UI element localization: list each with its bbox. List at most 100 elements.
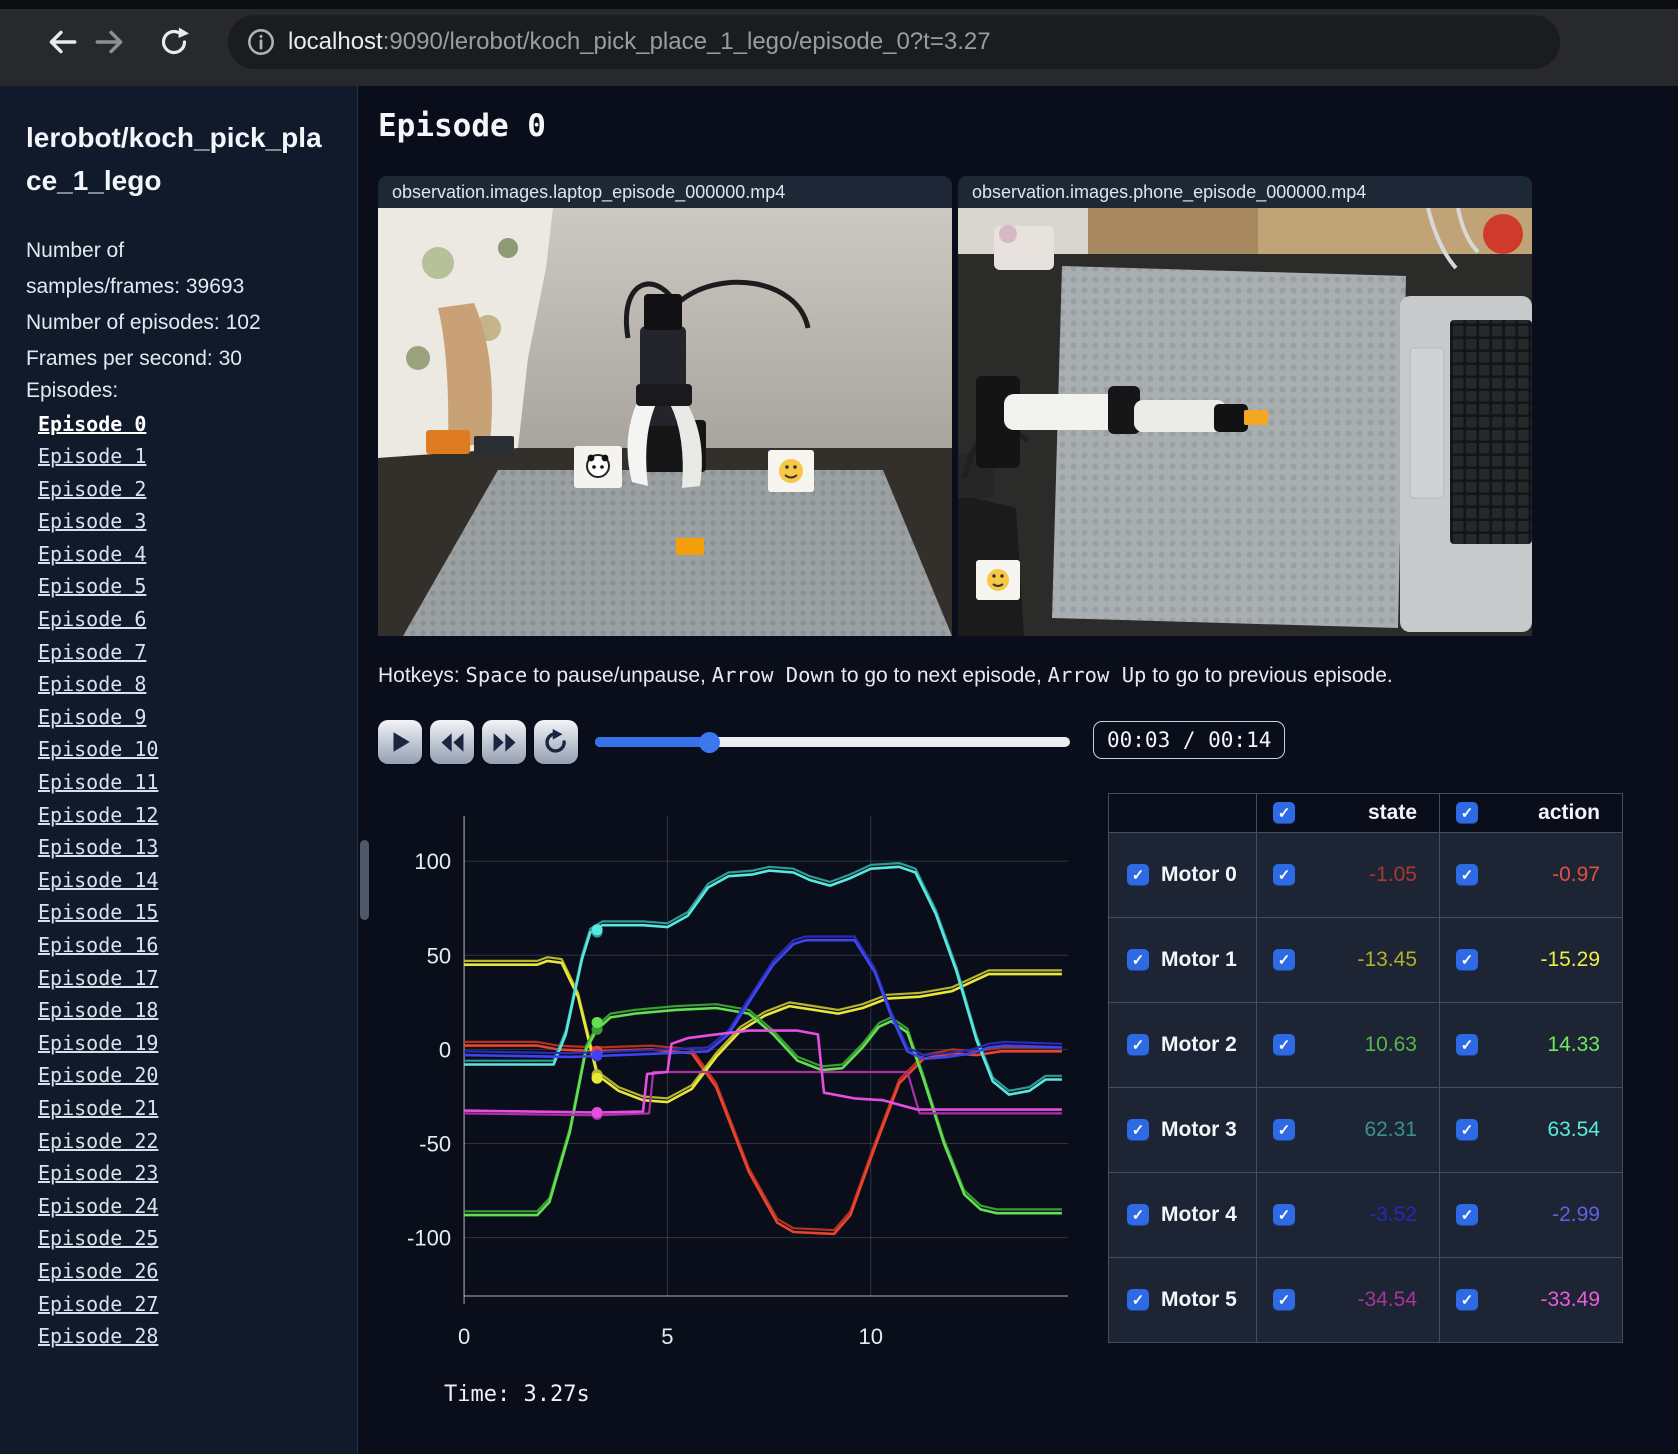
episode-link[interactable]: Episode 9 bbox=[38, 705, 146, 729]
back-icon[interactable] bbox=[40, 20, 84, 64]
state-checkbox[interactable]: ✓ bbox=[1273, 1034, 1295, 1056]
hotkey-arrow-down: Arrow Down bbox=[711, 663, 836, 687]
episode-link[interactable]: Episode 13 bbox=[38, 835, 158, 859]
motor-row: ✓ Motor 3 ✓ 62.31 ✓ 63.54 bbox=[1109, 1088, 1622, 1173]
action-checkbox[interactable]: ✓ bbox=[1456, 1289, 1478, 1311]
state-checkbox[interactable]: ✓ bbox=[1273, 1204, 1295, 1226]
episode-list-item: Episode 26 bbox=[38, 1255, 357, 1288]
motor-checkbox[interactable]: ✓ bbox=[1127, 1204, 1149, 1226]
episode-link[interactable]: Episode 25 bbox=[38, 1226, 158, 1250]
episode-link[interactable]: Episode 22 bbox=[38, 1129, 158, 1153]
episode-link[interactable]: Episode 8 bbox=[38, 672, 146, 696]
motor-cell: ✓ Motor 0 bbox=[1109, 833, 1256, 917]
orange-lego-block bbox=[676, 538, 704, 555]
laptop-trackpad bbox=[1409, 347, 1445, 499]
url-bar[interactable]: localhost:9090/lerobot/koch_pick_place_1… bbox=[228, 15, 1560, 69]
video-frame-laptop[interactable] bbox=[378, 208, 952, 636]
reload-icon[interactable] bbox=[152, 20, 196, 64]
episodes-header: Episodes: bbox=[26, 379, 119, 403]
svg-text:0: 0 bbox=[439, 1037, 451, 1062]
rewind-button[interactable] bbox=[430, 720, 474, 764]
episode-link[interactable]: Episode 6 bbox=[38, 607, 146, 631]
state-checkbox[interactable]: ✓ bbox=[1273, 864, 1295, 886]
play-button[interactable] bbox=[378, 720, 422, 764]
motor-checkbox[interactable]: ✓ bbox=[1127, 949, 1149, 971]
state-cell: ✓ 10.63 bbox=[1256, 1003, 1439, 1087]
motor-checkbox[interactable]: ✓ bbox=[1127, 1119, 1149, 1141]
motor-label: Motor 4 bbox=[1161, 1203, 1237, 1226]
episode-link[interactable]: Episode 14 bbox=[38, 868, 158, 892]
episode-link[interactable]: Episode 17 bbox=[38, 966, 158, 990]
motor-checkbox[interactable]: ✓ bbox=[1127, 1034, 1149, 1056]
action-checkbox[interactable]: ✓ bbox=[1456, 864, 1478, 886]
dataset-info: Number of samples/frames: 39693 Number o… bbox=[26, 233, 276, 377]
state-cell: ✓ -34.54 bbox=[1256, 1258, 1439, 1342]
episode-link[interactable]: Episode 0 bbox=[38, 412, 146, 436]
episode-link[interactable]: Episode 12 bbox=[38, 803, 158, 827]
motor-chart: 100 50 0 -50 -100 0 5 10 bbox=[366, 788, 1078, 1371]
hotkey-arrow-up: Arrow Up bbox=[1047, 663, 1147, 687]
motor-checkbox[interactable]: ✓ bbox=[1127, 1289, 1149, 1311]
page-title: Episode 0 bbox=[378, 108, 546, 144]
slider-fill bbox=[595, 737, 709, 747]
episode-link[interactable]: Episode 26 bbox=[38, 1259, 158, 1283]
state-header-label: state bbox=[1367, 801, 1417, 824]
motor-row: ✓ Motor 4 ✓ -3.52 ✓ -2.99 bbox=[1109, 1173, 1622, 1258]
state-checkbox[interactable]: ✓ bbox=[1273, 949, 1295, 971]
orange-device bbox=[426, 430, 470, 454]
motor-row: ✓ Motor 1 ✓ -13.45 ✓ -15.29 bbox=[1109, 918, 1622, 1003]
state-cell: ✓ -1.05 bbox=[1256, 833, 1439, 917]
fast-forward-button[interactable] bbox=[482, 720, 526, 764]
video-frame-phone[interactable] bbox=[958, 208, 1532, 636]
episode-link[interactable]: Episode 27 bbox=[38, 1292, 158, 1316]
episode-link[interactable]: Episode 10 bbox=[38, 737, 158, 761]
action-value: -15.29 bbox=[1540, 948, 1600, 971]
episode-link[interactable]: Episode 23 bbox=[38, 1161, 158, 1185]
motor-cell: ✓ Motor 3 bbox=[1109, 1088, 1256, 1172]
episode-link[interactable]: Episode 15 bbox=[38, 900, 158, 924]
episode-link[interactable]: Episode 5 bbox=[38, 574, 146, 598]
episode-list-item: Episode 0 bbox=[38, 407, 357, 440]
hotkey-space: Space bbox=[465, 663, 528, 687]
forward-icon[interactable] bbox=[88, 20, 132, 64]
episode-link[interactable]: Episode 3 bbox=[38, 509, 146, 533]
action-checkbox[interactable]: ✓ bbox=[1456, 949, 1478, 971]
episode-link[interactable]: Episode 2 bbox=[38, 477, 146, 501]
state-checkbox[interactable]: ✓ bbox=[1273, 1119, 1295, 1141]
episode-link[interactable]: Episode 4 bbox=[38, 542, 146, 566]
action-cell: ✓ -33.49 bbox=[1439, 1258, 1622, 1342]
episode-link[interactable]: Episode 1 bbox=[38, 444, 146, 468]
hotkeys-help: Hotkeys: Space to pause/unpause, Arrow D… bbox=[378, 663, 1393, 687]
action-cell: ✓ -15.29 bbox=[1439, 918, 1622, 1002]
slider-thumb[interactable] bbox=[699, 732, 720, 753]
action-checkbox[interactable]: ✓ bbox=[1456, 1204, 1478, 1226]
state-cell: ✓ -3.52 bbox=[1256, 1173, 1439, 1257]
video-panel-laptop: observation.images.laptop_episode_000000… bbox=[378, 176, 952, 636]
episode-link[interactable]: Episode 16 bbox=[38, 933, 158, 957]
episode-link[interactable]: Episode 21 bbox=[38, 1096, 158, 1120]
chart-canvas[interactable]: 100 50 0 -50 -100 0 5 10 bbox=[366, 788, 1078, 1366]
motor-cell: ✓ Motor 4 bbox=[1109, 1173, 1256, 1257]
seek-slider[interactable] bbox=[595, 732, 1070, 753]
motor-checkbox[interactable]: ✓ bbox=[1127, 864, 1149, 886]
episode-link[interactable]: Episode 7 bbox=[38, 640, 146, 664]
site-info-icon[interactable] bbox=[242, 23, 280, 61]
state-value: 10.63 bbox=[1364, 1033, 1417, 1056]
svg-text:-100: -100 bbox=[407, 1226, 451, 1251]
episode-link[interactable]: Episode 20 bbox=[38, 1063, 158, 1087]
episode-link[interactable]: Episode 28 bbox=[38, 1324, 158, 1348]
action-checkbox[interactable]: ✓ bbox=[1456, 1119, 1478, 1141]
episode-link[interactable]: Episode 19 bbox=[38, 1031, 158, 1055]
episode-link[interactable]: Episode 24 bbox=[38, 1194, 158, 1218]
state-checkbox[interactable]: ✓ bbox=[1273, 1289, 1295, 1311]
episode-link[interactable]: Episode 11 bbox=[38, 770, 158, 794]
action-checkbox[interactable]: ✓ bbox=[1456, 1034, 1478, 1056]
header-state-cell: ✓ state bbox=[1256, 794, 1439, 832]
loop-button[interactable] bbox=[534, 720, 578, 764]
episode-list-item: Episode 14 bbox=[38, 864, 357, 897]
episode-link[interactable]: Episode 18 bbox=[38, 998, 158, 1022]
state-column-checkbox[interactable]: ✓ bbox=[1273, 802, 1295, 824]
main-content: Episode 0 observation.images.laptop_epis… bbox=[358, 86, 1678, 1454]
dataset-title: lerobot/koch_pick_place_1_lego bbox=[26, 122, 322, 197]
action-column-checkbox[interactable]: ✓ bbox=[1456, 802, 1478, 824]
